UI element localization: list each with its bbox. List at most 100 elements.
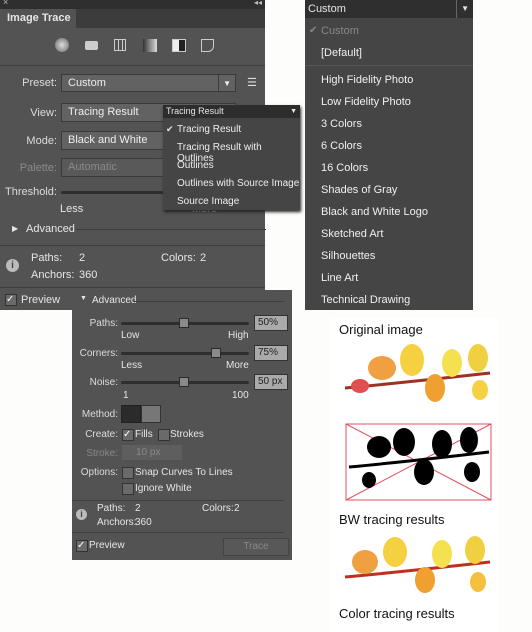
preset-dropdown[interactable]: Custom ▼	[61, 74, 236, 92]
chevron-down-icon: ▼	[218, 75, 231, 92]
noise-min: 1	[123, 390, 129, 401]
view-label: View:	[30, 107, 57, 119]
strokes-checkbox[interactable]	[158, 429, 170, 441]
preset-value: Custom	[68, 77, 106, 89]
colors-value: 2	[200, 252, 207, 264]
list-menu-icon[interactable]: ☰	[247, 76, 257, 89]
view-menu-selected: Tracing Result	[166, 106, 224, 116]
paths-input[interactable]: 50%	[254, 315, 288, 331]
preset-item[interactable]: Sketched Art	[321, 228, 383, 240]
preview-checkbox[interactable]: ✓	[76, 540, 88, 552]
palette-value: Automatic	[68, 161, 117, 173]
preview-checkbox[interactable]: ✓	[5, 294, 17, 306]
paths-count: 2	[135, 503, 141, 514]
preview-label: Preview	[21, 294, 61, 306]
triangle-right-icon[interactable]: ▶	[12, 224, 18, 233]
paths-value: 2	[79, 252, 86, 264]
preview-label: Preview	[89, 540, 125, 551]
method-overlapping-button[interactable]	[141, 405, 161, 423]
camera-icon[interactable]	[85, 41, 98, 50]
fills-label: Fills	[135, 429, 153, 440]
outline-icon[interactable]	[201, 39, 214, 52]
preset-item[interactable]: Low Fidelity Photo	[321, 96, 411, 108]
slider-thumb[interactable]	[211, 348, 221, 358]
chevron-down-icon: ▼	[290, 108, 297, 115]
auto-color-icon[interactable]	[55, 38, 69, 52]
noise-max: 100	[232, 390, 249, 401]
preset-item[interactable]: [Default]	[321, 47, 362, 59]
view-menu-item[interactable]: Outlines	[177, 160, 214, 171]
preset-item[interactable]: Silhouettes	[321, 250, 375, 262]
paths-low: Low	[121, 330, 140, 341]
paths-label: Paths:	[31, 252, 63, 264]
strokes-label: Strokes	[170, 429, 204, 440]
info-icon: i	[6, 259, 19, 272]
slider-thumb[interactable]	[179, 318, 189, 328]
panel-titlebar: × ◂◂	[0, 0, 265, 9]
paths-label: Paths:	[97, 503, 126, 514]
advanced-title: Advanced	[92, 295, 137, 306]
snap-curves-checkbox[interactable]	[122, 467, 134, 479]
create-label: Create:	[85, 429, 118, 440]
chevron-down-icon: ▼	[456, 0, 469, 18]
fills-checkbox[interactable]: ✓	[122, 429, 134, 441]
trace-button[interactable]: Trace	[223, 538, 289, 556]
noise-label: Noise:	[89, 377, 118, 388]
ignore-white-checkbox[interactable]	[122, 483, 134, 495]
black-white-icon[interactable]	[172, 39, 186, 52]
mode-label: Mode:	[26, 135, 57, 147]
advanced-toggle[interactable]: Advanced	[26, 223, 75, 235]
view-menu-item[interactable]: Source Image	[177, 196, 239, 207]
view-menu: Tracing Result ▼ ✔ Tracing Result Tracing…	[163, 105, 300, 210]
grid-icon[interactable]	[114, 39, 126, 51]
bw-caption: BW tracing results	[339, 512, 445, 527]
preset-item[interactable]: Black and White Logo	[321, 206, 428, 218]
view-menu-item[interactable]: Tracing Result	[177, 124, 241, 135]
stroke-label: Stroke:	[86, 448, 118, 459]
mode-value: Black and White	[68, 134, 148, 146]
preset-menu-header[interactable]: Custom ▼	[305, 0, 473, 18]
palette-label: Palette:	[19, 162, 57, 174]
preset-menu: Custom ▼ ✔ Custom [Default] High Fidelity…	[305, 0, 473, 310]
paths-high: High	[228, 330, 249, 341]
preset-item: Custom	[321, 25, 359, 37]
tab-image-trace[interactable]: Image Trace	[0, 9, 76, 28]
collapse-icon[interactable]: ◂◂	[254, 0, 262, 7]
close-icon[interactable]: ×	[3, 0, 8, 7]
stroke-input: 10 px	[122, 445, 182, 460]
noise-input[interactable]: 50 px	[254, 374, 288, 390]
corners-input[interactable]: 75%	[254, 345, 288, 361]
preset-icons	[55, 38, 220, 54]
preview-row: ✓ Preview	[0, 290, 72, 310]
corners-label: Corners:	[79, 348, 118, 359]
preset-item[interactable]: Shades of Gray	[321, 184, 397, 196]
corners-less: Less	[121, 360, 143, 371]
anchors-value: 360	[79, 269, 98, 281]
paths-slider[interactable]	[121, 318, 249, 328]
preset-item[interactable]: High Fidelity Photo	[321, 74, 413, 86]
snap-curves-label: Snap Curves To Lines	[135, 467, 233, 478]
preset-item[interactable]: 6 Colors	[321, 140, 362, 152]
method-label: Method:	[81, 409, 118, 420]
slider-thumb[interactable]	[179, 377, 189, 387]
examples: Original image BW tracing results Color …	[330, 318, 498, 632]
preset-item[interactable]: Technical Drawing	[321, 294, 410, 306]
color-caption: Color tracing results	[339, 606, 455, 621]
corners-slider[interactable]	[121, 348, 249, 358]
threshold-label: Threshold:	[5, 186, 57, 198]
threshold-less: Less	[60, 203, 84, 215]
preset-item[interactable]: 3 Colors	[321, 118, 362, 130]
original-image	[344, 344, 491, 402]
anchors-label: Anchors:	[31, 269, 75, 281]
anchors-label: Anchors:	[97, 517, 137, 528]
view-menu-header[interactable]: Tracing Result ▼	[163, 105, 300, 118]
triangle-down-icon[interactable]: ▼	[80, 295, 87, 302]
colors-count: 2	[234, 503, 240, 514]
noise-slider[interactable]	[121, 377, 249, 387]
view-menu-item[interactable]: Outlines with Source Image	[177, 178, 299, 189]
options-label: Options:	[80, 467, 118, 478]
method-abutting-button[interactable]	[121, 405, 141, 423]
preset-item[interactable]: Line Art	[321, 272, 358, 284]
grayscale-icon[interactable]	[143, 39, 157, 52]
preset-item[interactable]: 16 Colors	[321, 162, 368, 174]
